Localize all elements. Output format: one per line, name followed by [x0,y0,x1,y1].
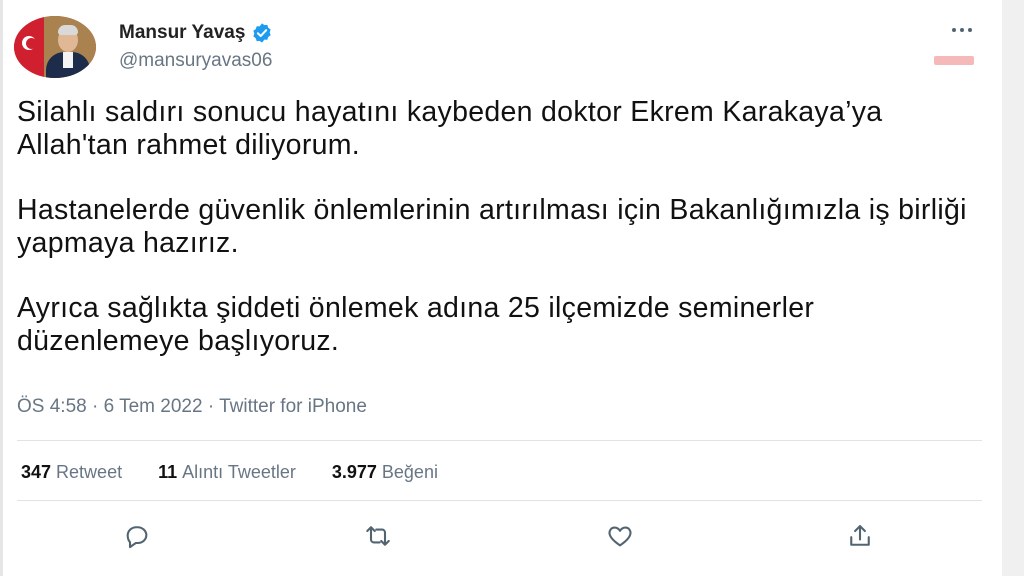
tweet-timestamp[interactable]: ÖS 4:58 · 6 Tem 2022 · Twitter for iPhon… [17,396,367,418]
share-icon[interactable] [840,516,880,556]
avatar[interactable] [14,16,96,78]
verified-badge-icon [253,23,272,43]
more-icon[interactable] [952,28,972,32]
tweet-actions [0,516,1000,556]
tweet-text: Silahlı saldırı sonucu hayatını kaybeden… [17,96,977,390]
tweet-paragraph: Silahlı saldırı sonucu hayatını kaybeden… [17,96,883,161]
retweet-icon[interactable] [358,516,398,556]
quote-stat[interactable]: 11 Alıntı Tweetler [158,462,296,483]
divider [17,440,982,441]
tweet-header: Mansur Yavaş @mansuryavas06 [12,16,992,82]
screenshot-frame-left [0,0,3,576]
screenshot-frame-right [1002,0,1024,576]
author-handle[interactable]: @mansuryavas06 [119,50,272,72]
retweet-stat[interactable]: 347 Retweet [21,462,122,483]
reply-icon[interactable] [117,516,157,556]
tweet-paragraph: Ayrıca sağlıkta şiddeti önlemek adına 25… [17,292,815,357]
author-name-row: Mansur Yavaş [119,22,273,44]
heart-icon[interactable] [600,516,640,556]
tweet-paragraph: Hastanelerde güvenlik önlemlerinin artır… [17,194,967,259]
author-name[interactable]: Mansur Yavaş [119,22,245,44]
divider [17,500,982,501]
tweet-stats: 347 Retweet 11 Alıntı Tweetler 3.977 Beğeni [21,462,438,483]
like-stat[interactable]: 3.977 Beğeni [332,462,438,483]
watermark-logo [934,56,974,65]
